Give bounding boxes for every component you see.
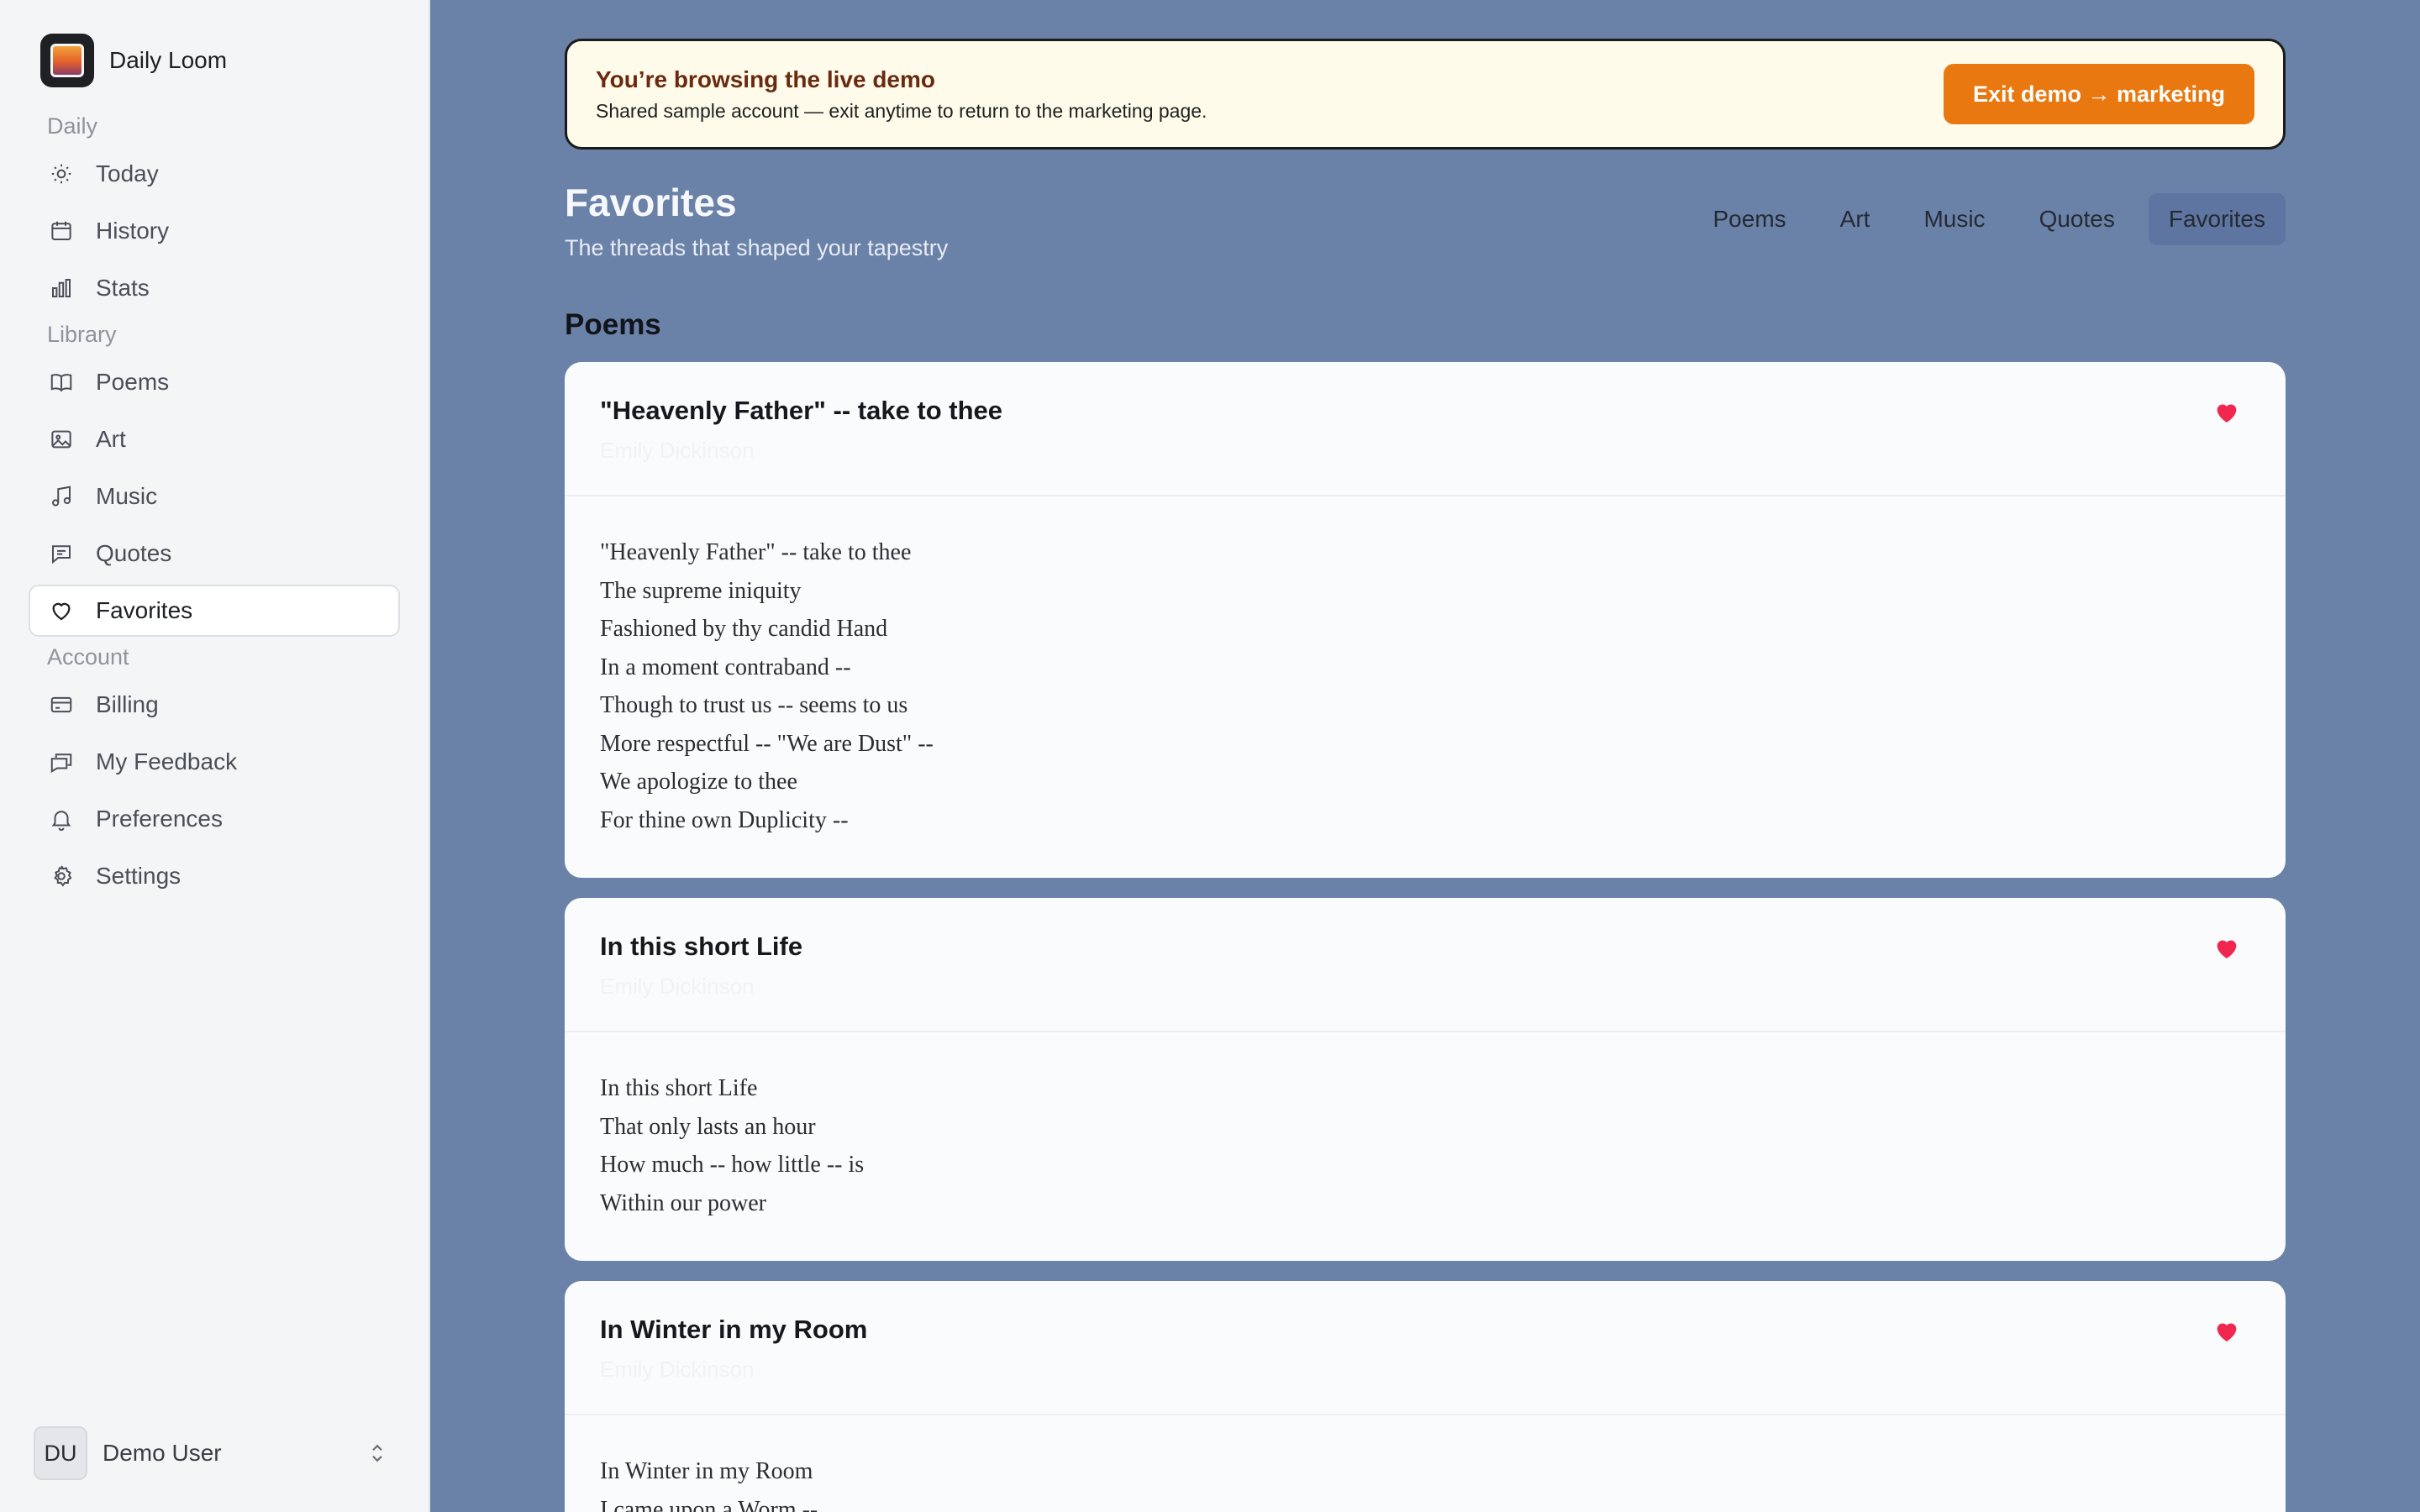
tab-art[interactable]: Art	[1820, 193, 1891, 245]
calendar-icon	[49, 218, 74, 244]
sidebar-item-label: Today	[96, 160, 159, 186]
tab-poems[interactable]: Poems	[1693, 193, 1807, 245]
sidebar-item-label: Quotes	[96, 540, 172, 566]
poem-line: The supreme iniquity	[600, 577, 802, 604]
heart-icon	[49, 598, 74, 623]
quote-bubble-icon	[49, 541, 74, 566]
favorite-heart-icon[interactable]	[2213, 399, 2240, 426]
sidebar-item-billing[interactable]: Billing	[29, 679, 400, 731]
sidebar-nav: Daily Today History Stats Library Poems …	[29, 109, 400, 902]
poem-author: Emily Dickinson	[600, 1357, 755, 1382]
sidebar-item-label: Settings	[96, 863, 182, 889]
user-name: Demo User	[103, 1440, 222, 1466]
favorite-heart-icon[interactable]	[2213, 1318, 2240, 1345]
sidebar-item-label: Poems	[96, 369, 170, 395]
user-menu[interactable]: DU Demo User	[34, 1426, 395, 1480]
sun-icon	[49, 161, 74, 186]
sidebar-item-label: Music	[96, 483, 158, 509]
poem-line: I came upon a Worm --	[600, 1496, 818, 1512]
sidebar-item-favorites[interactable]: Favorites	[29, 585, 400, 637]
sidebar-item-music[interactable]: Music	[29, 470, 400, 522]
music-note-icon	[49, 484, 74, 509]
sidebar-item-today[interactable]: Today	[29, 148, 400, 200]
sidebar: Daily Loom Daily Today History Stats Lib…	[0, 0, 430, 1512]
poem-body: In Winter in my Room I came upon a Worm …	[565, 1415, 2286, 1512]
favorite-heart-icon[interactable]	[2213, 935, 2240, 962]
section-label-daily: Daily	[47, 113, 98, 139]
page-subtitle: The threads that shaped your tapestry	[565, 235, 949, 260]
demo-banner-title: You’re browsing the live demo	[596, 66, 935, 92]
poem-line: For thine own Duplicity --	[600, 806, 849, 833]
sidebar-item-label: Favorites	[96, 597, 193, 623]
poem-line: That only lasts an hour	[600, 1113, 816, 1140]
demo-banner-subtitle: Shared sample account — exit anytime to …	[596, 99, 1207, 122]
poem-line: "Heavenly Father" -- take to thee	[600, 539, 912, 565]
chevron-up-down-icon[interactable]	[365, 1441, 390, 1466]
demo-banner: You’re browsing the live demo Shared sam…	[565, 39, 2286, 150]
poem-line: In Winter in my Room	[600, 1458, 813, 1484]
page-title: Favorites	[565, 181, 737, 224]
poem-card-header: In Winter in my Room Emily Dickinson	[565, 1281, 2286, 1415]
section-label-account: Account	[47, 644, 129, 669]
poem-card-header: "Heavenly Father" -- take to thee Emily …	[565, 362, 2286, 496]
brand[interactable]: Daily Loom	[40, 30, 400, 91]
sidebar-item-art[interactable]: Art	[29, 413, 400, 465]
sidebar-item-label: Billing	[96, 691, 159, 717]
poem-body: "Heavenly Father" -- take to thee The su…	[565, 496, 2286, 878]
gear-icon	[49, 864, 74, 889]
tab-favorites[interactable]: Favorites	[2148, 193, 2286, 245]
category-tabs: Poems Art Music Quotes Favorites	[1680, 193, 2286, 245]
sidebar-item-quotes[interactable]: Quotes	[29, 528, 400, 580]
image-icon	[49, 427, 74, 452]
avatar: DU	[34, 1426, 87, 1480]
brand-name: Daily Loom	[109, 47, 228, 73]
poem-author: Emily Dickinson	[600, 974, 755, 999]
section-title-poems: Poems	[565, 308, 661, 341]
tab-music[interactable]: Music	[1903, 193, 2005, 245]
poem-line: Though to trust us -- seems to us	[600, 692, 908, 718]
app-root: Daily Loom Daily Today History Stats Lib…	[0, 0, 2420, 1512]
sidebar-item-stats[interactable]: Stats	[29, 262, 400, 314]
poem-line: How much -- how little -- is	[600, 1152, 865, 1178]
poem-body: In this short Life That only lasts an ho…	[565, 1032, 2286, 1261]
poem-card: "Heavenly Father" -- take to thee Emily …	[565, 362, 2286, 878]
poem-card: In this short Life Emily Dickinson In th…	[565, 898, 2286, 1261]
poem-card: In Winter in my Room Emily Dickinson In …	[565, 1281, 2286, 1512]
poem-line: In this short Life	[600, 1075, 758, 1101]
poem-author: Emily Dickinson	[600, 438, 755, 463]
sidebar-item-label: Stats	[96, 275, 150, 301]
poem-title[interactable]: In this short Life	[600, 932, 2250, 962]
section-label-library: Library	[47, 322, 117, 347]
sidebar-item-preferences[interactable]: Preferences	[29, 793, 400, 845]
brand-logo-icon	[40, 34, 94, 87]
sidebar-item-poems[interactable]: Poems	[29, 356, 400, 408]
page-header: Favorites The threads that shaped your t…	[565, 180, 2286, 261]
demo-banner-text: You’re browsing the live demo Shared sam…	[596, 66, 1207, 123]
bar-chart-icon	[49, 276, 74, 301]
sidebar-item-history[interactable]: History	[29, 205, 400, 257]
poem-line: We apologize to thee	[600, 769, 797, 795]
poem-line: In a moment contraband --	[600, 654, 851, 680]
poem-card-header: In this short Life Emily Dickinson	[565, 898, 2286, 1032]
poem-line: Fashioned by thy candid Hand	[600, 616, 888, 642]
poem-line: More respectful -- "We are Dust" --	[600, 730, 934, 757]
exit-demo-button[interactable]: Exit demo → marketing	[1944, 64, 2254, 124]
poem-line: Within our power	[600, 1189, 766, 1216]
main-content: You’re browsing the live demo Shared sam…	[430, 0, 2420, 1512]
poem-title[interactable]: "Heavenly Father" -- take to thee	[600, 396, 2250, 426]
sidebar-item-settings[interactable]: Settings	[29, 850, 400, 902]
tab-quotes[interactable]: Quotes	[2019, 193, 2135, 245]
sidebar-item-label: Art	[96, 426, 126, 452]
sidebar-item-label: Preferences	[96, 806, 223, 832]
sidebar-item-label: My Feedback	[96, 748, 238, 774]
bell-icon	[49, 806, 74, 832]
sidebar-item-label: History	[96, 218, 170, 244]
poem-title[interactable]: In Winter in my Room	[600, 1315, 2250, 1345]
book-icon	[49, 370, 74, 395]
credit-card-icon	[49, 692, 74, 717]
sidebar-item-my-feedback[interactable]: My Feedback	[29, 736, 400, 788]
feedback-icon	[49, 749, 74, 774]
